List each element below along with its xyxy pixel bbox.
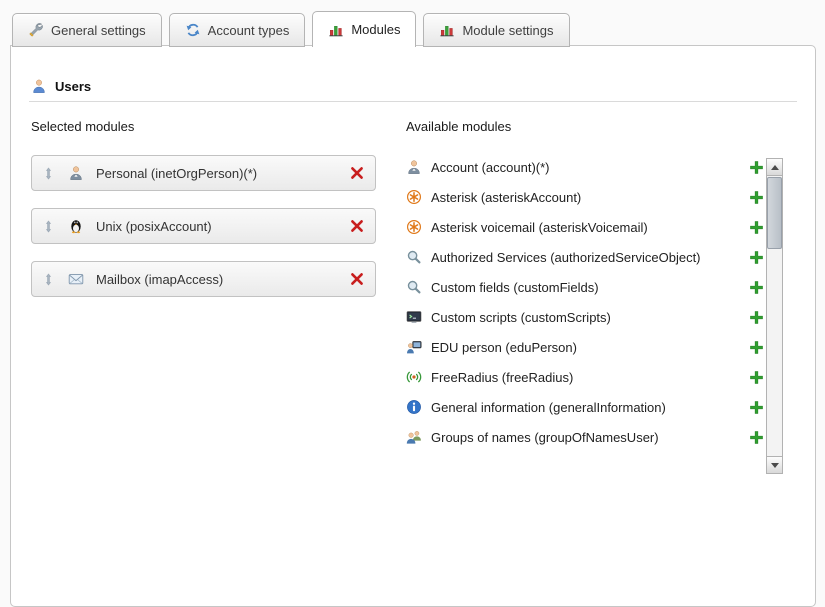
scroll-up-button[interactable] [767,159,782,176]
scrollbar-thumb[interactable] [767,177,782,249]
add-module-icon[interactable] [749,340,764,355]
penguin-icon [68,218,84,234]
scrollbar-track[interactable] [767,176,782,456]
module-label: Custom fields (customFields) [431,280,599,295]
selected-modules-column: Selected modules Personal (inetOrgPerson… [31,119,406,459]
available-module-custom-fields: Custom fields (customFields) [406,279,764,295]
available-module-custom-scripts: Custom scripts (customScripts) [406,309,764,325]
tab-label: Module settings [462,23,553,38]
available-modules-label: Available modules [406,119,815,134]
modules-panel: Users Selected modules Personal (inetOrg… [10,45,816,607]
refresh-icon [185,22,201,38]
tab-label: Modules [351,22,400,37]
magnifier-icon [406,279,422,295]
module-label: Asterisk (asteriskAccount) [431,190,581,205]
selected-module-unix[interactable]: Unix (posixAccount) [31,208,376,244]
add-module-icon[interactable] [749,160,764,175]
asterisk-icon [406,189,422,205]
module-label: EDU person (eduPerson) [431,340,577,355]
add-module-icon[interactable] [749,430,764,445]
section-title: Users [55,79,91,94]
person-icon [68,165,84,181]
triangle-up-icon [771,165,779,170]
tab-label: Account types [208,23,290,38]
tab-bar: General settings Account types Modules M… [12,11,570,47]
available-modules-column: Available modules Account (account)(*) A… [406,119,815,459]
selected-module-personal[interactable]: Personal (inetOrgPerson)(*) [31,155,376,191]
drag-handle-icon[interactable] [42,273,55,286]
mail-icon [68,271,84,287]
user-icon [31,78,47,94]
tab-module-settings[interactable]: Module settings [423,13,569,47]
remove-module-icon[interactable] [349,165,365,181]
add-module-icon[interactable] [749,190,764,205]
module-label: Personal (inetOrgPerson)(*) [96,166,257,181]
remove-module-icon[interactable] [349,218,365,234]
available-module-asterisk: Asterisk (asteriskAccount) [406,189,764,205]
module-label: Mailbox (imapAccess) [96,272,223,287]
add-module-icon[interactable] [749,220,764,235]
drag-handle-icon[interactable] [42,220,55,233]
available-modules-scrollbar[interactable] [766,158,783,474]
divider [29,101,797,102]
chart-icon [439,22,455,38]
module-label: Account (account)(*) [431,160,550,175]
add-module-icon[interactable] [749,280,764,295]
available-module-authorized-services: Authorized Services (authorizedServiceOb… [406,249,764,265]
asterisk-icon [406,219,422,235]
group-icon [406,429,422,445]
available-modules-list: Account (account)(*) Asterisk (asteriskA… [406,159,815,445]
module-label: Asterisk voicemail (asteriskVoicemail) [431,220,648,235]
available-module-edu-person: EDU person (eduPerson) [406,339,764,355]
selected-module-mailbox[interactable]: Mailbox (imapAccess) [31,261,376,297]
drag-handle-icon[interactable] [42,167,55,180]
module-label: Groups of names (groupOfNamesUser) [431,430,659,445]
tab-modules[interactable]: Modules [312,11,416,47]
available-module-account: Account (account)(*) [406,159,764,175]
triangle-down-icon [771,463,779,468]
module-label: General information (generalInformation) [431,400,666,415]
tab-general-settings[interactable]: General settings [12,13,162,47]
person-icon [406,159,422,175]
add-module-icon[interactable] [749,400,764,415]
modules-columns: Selected modules Personal (inetOrgPerson… [31,119,815,459]
scroll-down-button[interactable] [767,456,782,473]
edu-person-icon [406,339,422,355]
add-module-icon[interactable] [749,310,764,325]
available-module-groups-of-names: Groups of names (groupOfNamesUser) [406,429,764,445]
users-section-header: Users [31,78,815,94]
module-label: Authorized Services (authorizedServiceOb… [431,250,701,265]
module-label: Custom scripts (customScripts) [431,310,611,325]
wrench-icon [28,22,44,38]
chart-icon [328,22,344,38]
remove-module-icon[interactable] [349,271,365,287]
available-module-general-information: General information (generalInformation) [406,399,764,415]
selected-modules-label: Selected modules [31,119,406,134]
available-module-asterisk-voicemail: Asterisk voicemail (asteriskVoicemail) [406,219,764,235]
module-label: Unix (posixAccount) [96,219,212,234]
magnifier-icon [406,249,422,265]
antenna-icon [406,369,422,385]
terminal-icon [406,309,422,325]
info-icon [406,399,422,415]
add-module-icon[interactable] [749,370,764,385]
tab-label: General settings [51,23,146,38]
tab-account-types[interactable]: Account types [169,13,306,47]
add-module-icon[interactable] [749,250,764,265]
available-module-freeradius: FreeRadius (freeRadius) [406,369,764,385]
module-label: FreeRadius (freeRadius) [431,370,573,385]
